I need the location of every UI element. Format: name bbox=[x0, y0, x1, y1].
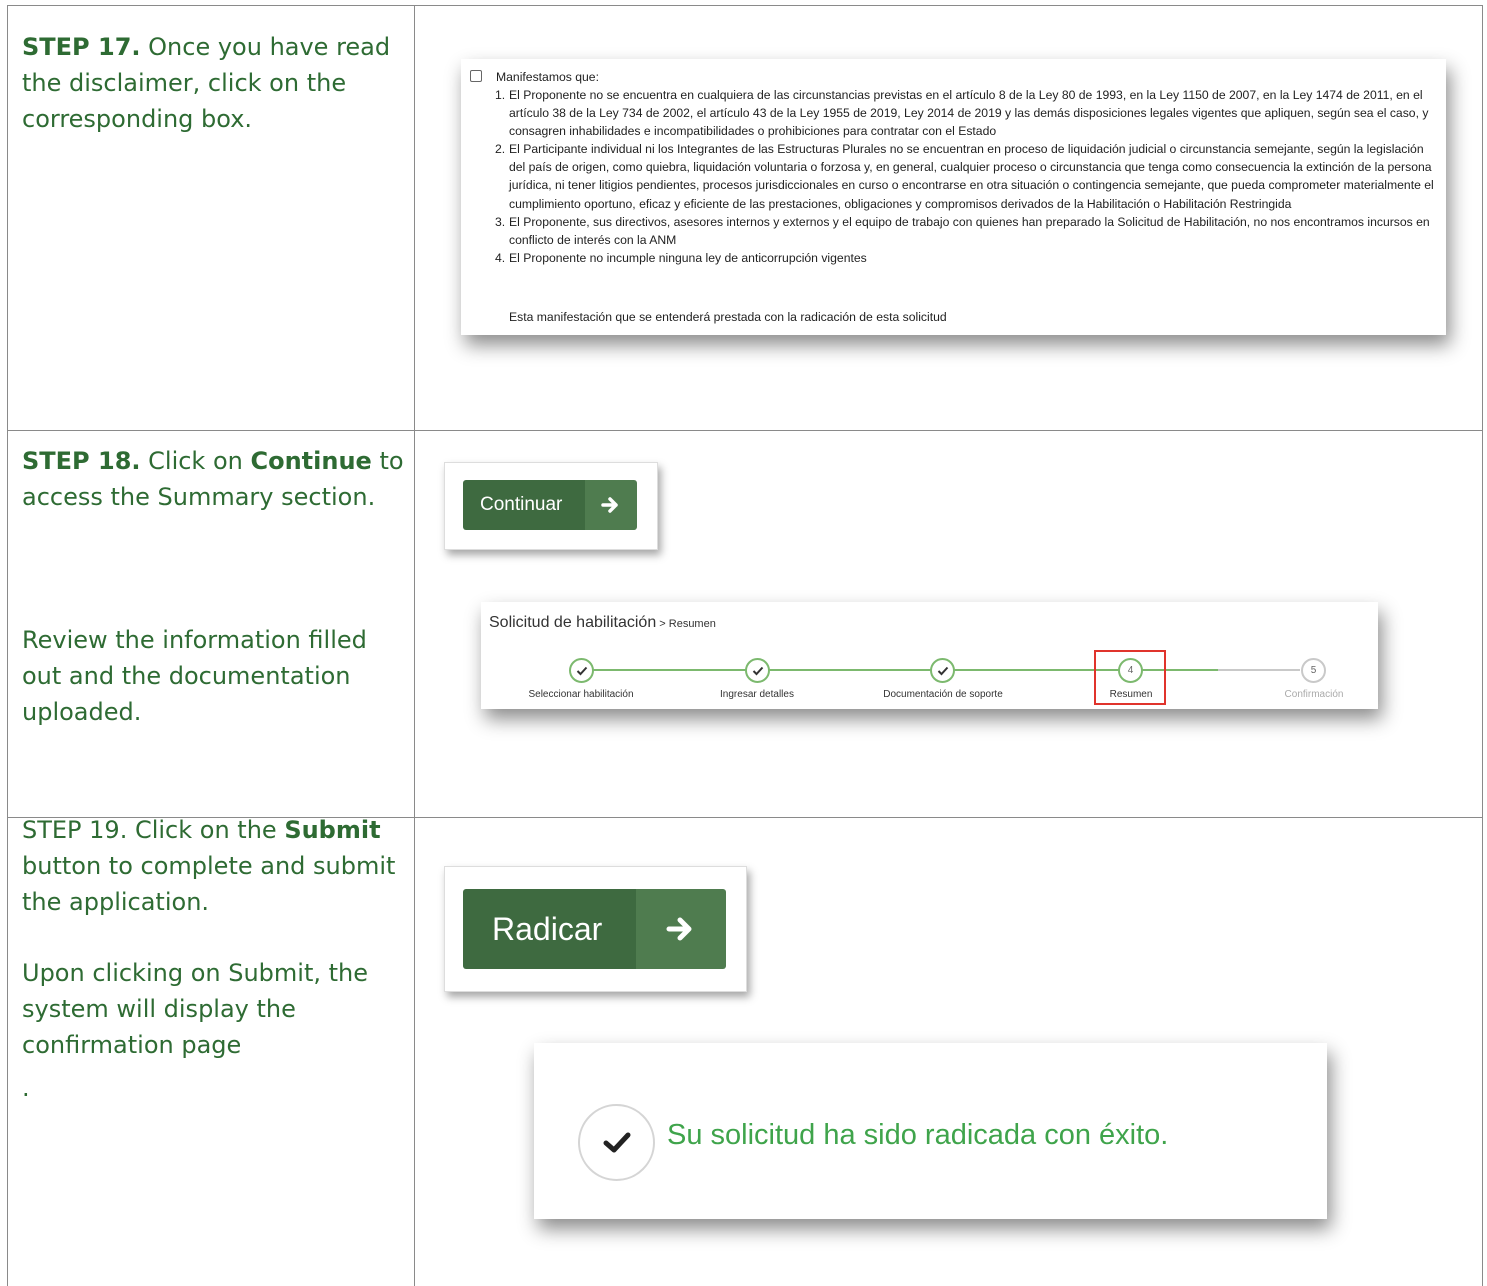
disclaimer-item-text: El Proponente no incumple ninguna ley de… bbox=[509, 250, 867, 265]
check-icon bbox=[576, 666, 587, 675]
submit-button-label: Radicar bbox=[463, 889, 636, 969]
progress-line-pending bbox=[1218, 669, 1300, 671]
step-19-text-post: button to complete and submit the applic… bbox=[22, 852, 396, 916]
step-18-text-pre: Click on bbox=[140, 447, 251, 475]
step-18-instruction: STEP 18. Click on Continue to access the… bbox=[22, 443, 407, 515]
step-19-dot: . bbox=[22, 1074, 30, 1102]
breadcrumb: Solicitud de habilitación > Resumen bbox=[489, 614, 716, 632]
step-label: Seleccionar habilitación bbox=[528, 689, 634, 700]
step-circle-done bbox=[930, 658, 955, 683]
disclaimer-item: 4. El Proponente no incumple ninguna ley … bbox=[495, 249, 1434, 267]
table-border-right bbox=[1482, 5, 1483, 1286]
step-19-bold: Submit bbox=[284, 816, 381, 844]
breadcrumb-title: Solicitud de habilitación bbox=[489, 614, 657, 631]
continue-button[interactable]: Continuar bbox=[463, 480, 637, 530]
check-icon bbox=[937, 666, 948, 675]
disclaimer-item-text: El Participante individual ni los Integr… bbox=[509, 142, 1434, 211]
arrow-right-icon bbox=[636, 889, 726, 969]
disclaimer-item-number: 2. bbox=[495, 142, 506, 157]
step-label: Documentación de soporte bbox=[883, 689, 1003, 700]
step-label: Ingresar detalles bbox=[720, 689, 794, 700]
disclaimer-intro: Manifestamos que: bbox=[496, 70, 599, 84]
disclaimer-item: 2. El Participante individual ni los Inte… bbox=[495, 140, 1434, 212]
continue-button-label: Continuar bbox=[463, 480, 585, 530]
disclaimer-checkbox[interactable] bbox=[470, 70, 482, 82]
step-19-text-pre: STEP 19. Click on the bbox=[22, 816, 285, 844]
progress-stepper: Solicitud de habilitación > Resumen 4 5 … bbox=[481, 602, 1378, 709]
disclaimer-item-number: 3. bbox=[495, 214, 506, 229]
table-border-top bbox=[7, 5, 1483, 6]
step-circle-pending: 5 bbox=[1301, 658, 1326, 683]
check-icon bbox=[578, 1104, 655, 1181]
table-border-left bbox=[7, 5, 8, 1286]
check-icon bbox=[752, 666, 763, 675]
table-border-middle bbox=[414, 5, 415, 1286]
step-17-instruction: STEP 17. Once you have read the disclaim… bbox=[22, 29, 407, 137]
step-19-confirmation-text: Upon clicking on Submit, the system will… bbox=[22, 959, 368, 1059]
disclaimer-item: 1. El Proponente no se encuentra en cualq… bbox=[495, 86, 1434, 140]
step-18-label: STEP 18. bbox=[22, 447, 141, 475]
arrow-right-icon bbox=[585, 480, 637, 530]
step-circle-done bbox=[569, 658, 594, 683]
disclaimer-closing: Esta manifestación que se entenderá pres… bbox=[509, 310, 947, 324]
step-18-review-text: Review the information filled out and th… bbox=[22, 626, 367, 726]
disclaimer-item: 3. El Proponente, sus directivos, asesore… bbox=[495, 213, 1434, 249]
breadcrumb-current: > Resumen bbox=[656, 618, 716, 630]
step-17-label: STEP 17. bbox=[22, 33, 141, 61]
step-18-bold: Continue bbox=[250, 447, 372, 475]
success-message: Su solicitud ha sido radicada con éxito. bbox=[667, 1119, 1169, 1151]
highlight-box bbox=[1094, 650, 1166, 705]
disclaimer-list: 1. El Proponente no se encuentra en cualq… bbox=[495, 86, 1434, 267]
confirmation-panel: Su solicitud ha sido radicada con éxito. bbox=[534, 1043, 1327, 1219]
step-19-instruction: STEP 19. Click on the Submit button to c… bbox=[22, 812, 407, 920]
disclaimer-item-text: El Proponente no se encuentra en cualqui… bbox=[509, 88, 1429, 139]
table-row-divider-1 bbox=[7, 430, 1483, 431]
step-label: Confirmación bbox=[1284, 689, 1344, 700]
step-circle-done bbox=[745, 658, 770, 683]
disclaimer-panel: Manifestamos que: 1. El Proponente no se … bbox=[461, 59, 1446, 335]
disclaimer-item-number: 4. bbox=[495, 250, 506, 265]
disclaimer-item-text: El Proponente, sus directivos, asesores … bbox=[509, 214, 1430, 247]
submit-button[interactable]: Radicar bbox=[463, 889, 726, 969]
disclaimer-item-number: 1. bbox=[495, 88, 506, 102]
